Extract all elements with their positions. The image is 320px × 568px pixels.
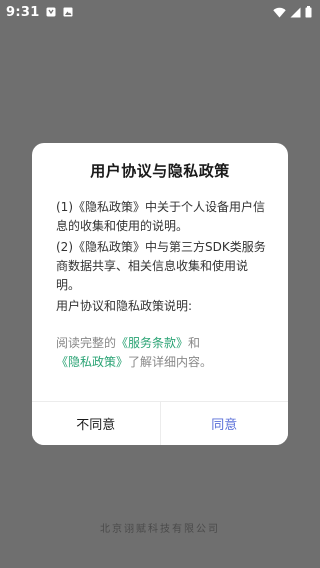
dialog-button-row: 不同意 同意 [32,401,288,445]
agree-button[interactable]: 同意 [160,402,288,445]
policy-paragraph-1: (1)《隐私政策》中关于个人设备用户信息的收集和使用的说明。 [56,200,265,233]
dialog-title: 用户协议与隐私政策 [90,162,230,180]
battery-icon [305,3,312,22]
image-icon [63,7,74,18]
status-right [273,3,312,22]
status-left: 9:31 [6,5,74,20]
signal-icon [290,3,301,22]
status-bar: 9:31 [0,0,320,24]
disagree-button[interactable]: 不同意 [32,402,161,445]
policy-paragraph-2: (2)《隐私政策》中与第三方SDK类服务商数据共享、相关信息收集和使用说明。 [56,240,266,292]
consent-and: 和 [188,336,201,350]
status-time: 9:31 [6,4,40,20]
notification-icon [46,7,57,18]
privacy-policy-link[interactable]: 《隐私政策》 [56,355,128,369]
terms-of-service-link[interactable]: 《服务条款》 [116,336,188,350]
consent-note: 阅读完整的《服务条款》和《隐私政策》了解详细内容。 [56,334,268,372]
dialog-body: (1)《隐私政策》中关于个人设备用户信息的收集和使用的说明。 (2)《隐私政策》… [56,198,268,374]
wifi-icon [273,3,286,22]
consent-prefix: 阅读完整的 [56,336,117,350]
company-name: 北京诩赋科技有限公司 [100,524,220,535]
policy-paragraph-3: 用户协议和隐私政策说明: [56,299,193,313]
privacy-dialog: 用户协议与隐私政策 (1)《隐私政策》中关于个人设备用户信息的收集和使用的说明。… [32,143,288,445]
consent-suffix: 了解详细内容。 [128,355,213,369]
